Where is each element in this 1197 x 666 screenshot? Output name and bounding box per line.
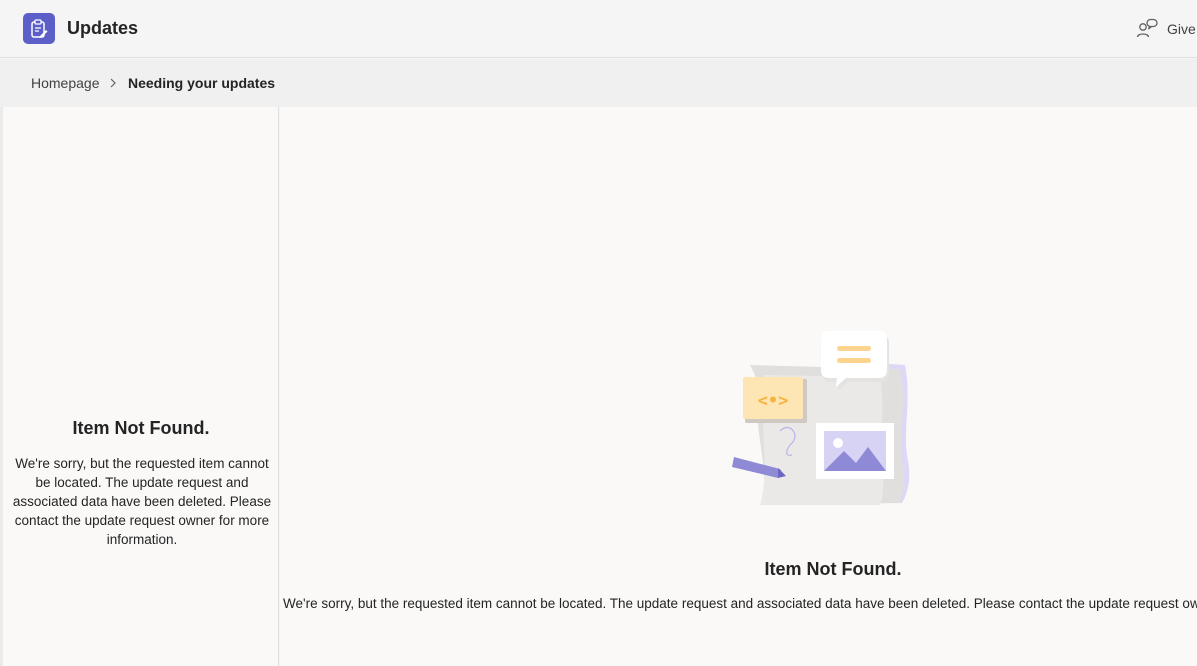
chevron-right-icon bbox=[108, 76, 118, 90]
main-pane: <•> Item Not Found. We're sorry, but the… bbox=[280, 107, 1197, 666]
main-not-found-message: We're sorry, but the requested item cann… bbox=[283, 596, 1197, 611]
left-pane: Item Not Found. We're sorry, but the req… bbox=[3, 107, 279, 666]
breadcrumb-current-page: Needing your updates bbox=[128, 75, 276, 91]
left-not-found-message: We're sorry, but the requested item cann… bbox=[12, 456, 272, 547]
give-feedback-button[interactable]: Give bbox=[1135, 17, 1196, 41]
breadcrumb-homepage-link[interactable]: Homepage bbox=[31, 75, 100, 92]
app-header: Updates Give bbox=[0, 0, 1197, 58]
left-not-found-heading: Item Not Found. bbox=[72, 418, 210, 438]
empty-state-illustration: <•> bbox=[730, 331, 935, 509]
svg-text:<•>: <•> bbox=[758, 391, 789, 411]
clipboard-edit-icon bbox=[23, 13, 55, 44]
main-not-found-heading: Item Not Found. bbox=[764, 559, 902, 579]
give-feedback-label: Give bbox=[1167, 21, 1196, 37]
breadcrumb: Homepage Needing your updates bbox=[0, 59, 1197, 107]
app-title: Updates bbox=[67, 18, 139, 38]
feedback-people-icon bbox=[1135, 18, 1159, 40]
